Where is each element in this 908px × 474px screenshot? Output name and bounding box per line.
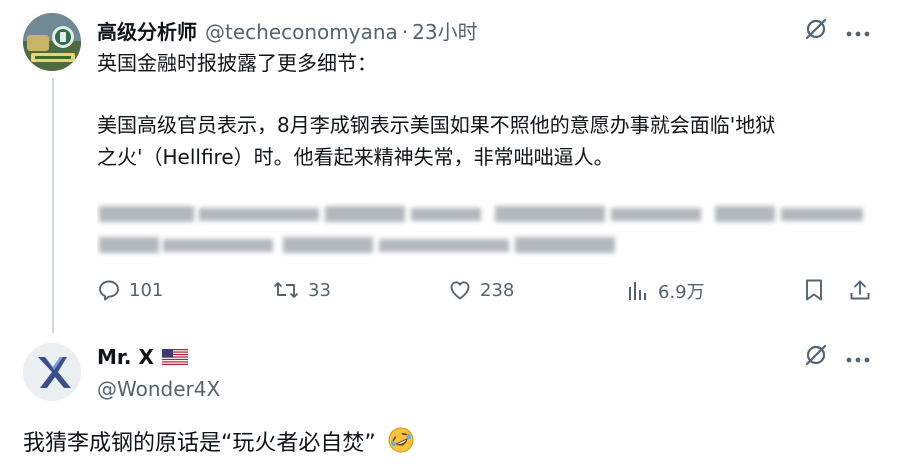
avatar-image [23, 13, 81, 71]
views-icon [629, 282, 646, 300]
more-icon[interactable] [846, 348, 870, 367]
author-name[interactable]: 高级分析师 [97, 16, 197, 45]
heart-icon [450, 281, 470, 300]
blurred-text [97, 200, 867, 260]
share-button[interactable] [848, 278, 872, 302]
thread-connector-line [52, 78, 54, 333]
more-icon[interactable] [846, 22, 870, 41]
bookmark-icon [806, 279, 822, 301]
reply-text-content: 我猜李成钢的原话是“玩火者必自焚” [23, 431, 376, 456]
share-icon [850, 280, 870, 300]
tweet-actions: 101 33 238 6.9万 [97, 278, 877, 306]
reply-button[interactable]: 101 [97, 278, 163, 302]
author-avatar[interactable] [23, 13, 81, 71]
reply-author-avatar[interactable] [23, 343, 81, 401]
like-button[interactable]: 238 [448, 278, 514, 302]
like-count: 238 [480, 279, 515, 301]
original-tweet: 高级分析师 @techeconomyana · 23小时 英国金融时报披露了更多… [0, 0, 908, 335]
us-flag-icon [161, 349, 188, 365]
reply-author-handle[interactable]: @Wonder4X [97, 377, 220, 401]
retweet-button[interactable]: 33 [272, 278, 331, 302]
tweet-header: 高级分析师 @techeconomyana · 23小时 [97, 16, 478, 45]
tweet-time[interactable]: 23小时 [412, 16, 477, 45]
retweet-count: 33 [308, 279, 331, 301]
view-count: 6.9万 [658, 282, 705, 303]
views-button[interactable]: 6.9万 [626, 278, 705, 304]
tweet-header-actions [804, 17, 870, 45]
tweet-text-line: 美国高级官员表示，8月李成钢表示美国如果不照他的意愿办事就会面临'地狱 [97, 113, 776, 137]
grok-icon[interactable] [804, 343, 828, 371]
reply-text: 我猜李成钢的原话是“玩火者必自焚” [23, 425, 415, 460]
avatar-image [23, 343, 81, 401]
reply-header-actions [804, 343, 870, 371]
grok-icon[interactable] [804, 17, 828, 45]
reply-author-name[interactable]: Mr. X [97, 345, 154, 369]
tweet-text-line: 英国金融时报披露了更多细节： [97, 51, 377, 75]
separator-dot: · [401, 20, 409, 44]
reply-count: 101 [129, 279, 164, 301]
bookmark-button[interactable] [803, 278, 825, 302]
reply-header: Mr. X [97, 345, 188, 369]
tweet-text-line: 之火'（Hellfire）时。他看起来精神失常，非常咄咄逼人。 [97, 145, 614, 169]
reply-icon [99, 280, 119, 301]
rofl-emoji-icon [387, 426, 415, 460]
retweet-icon [273, 282, 299, 298]
author-handle[interactable]: @techeconomyana [205, 20, 398, 44]
